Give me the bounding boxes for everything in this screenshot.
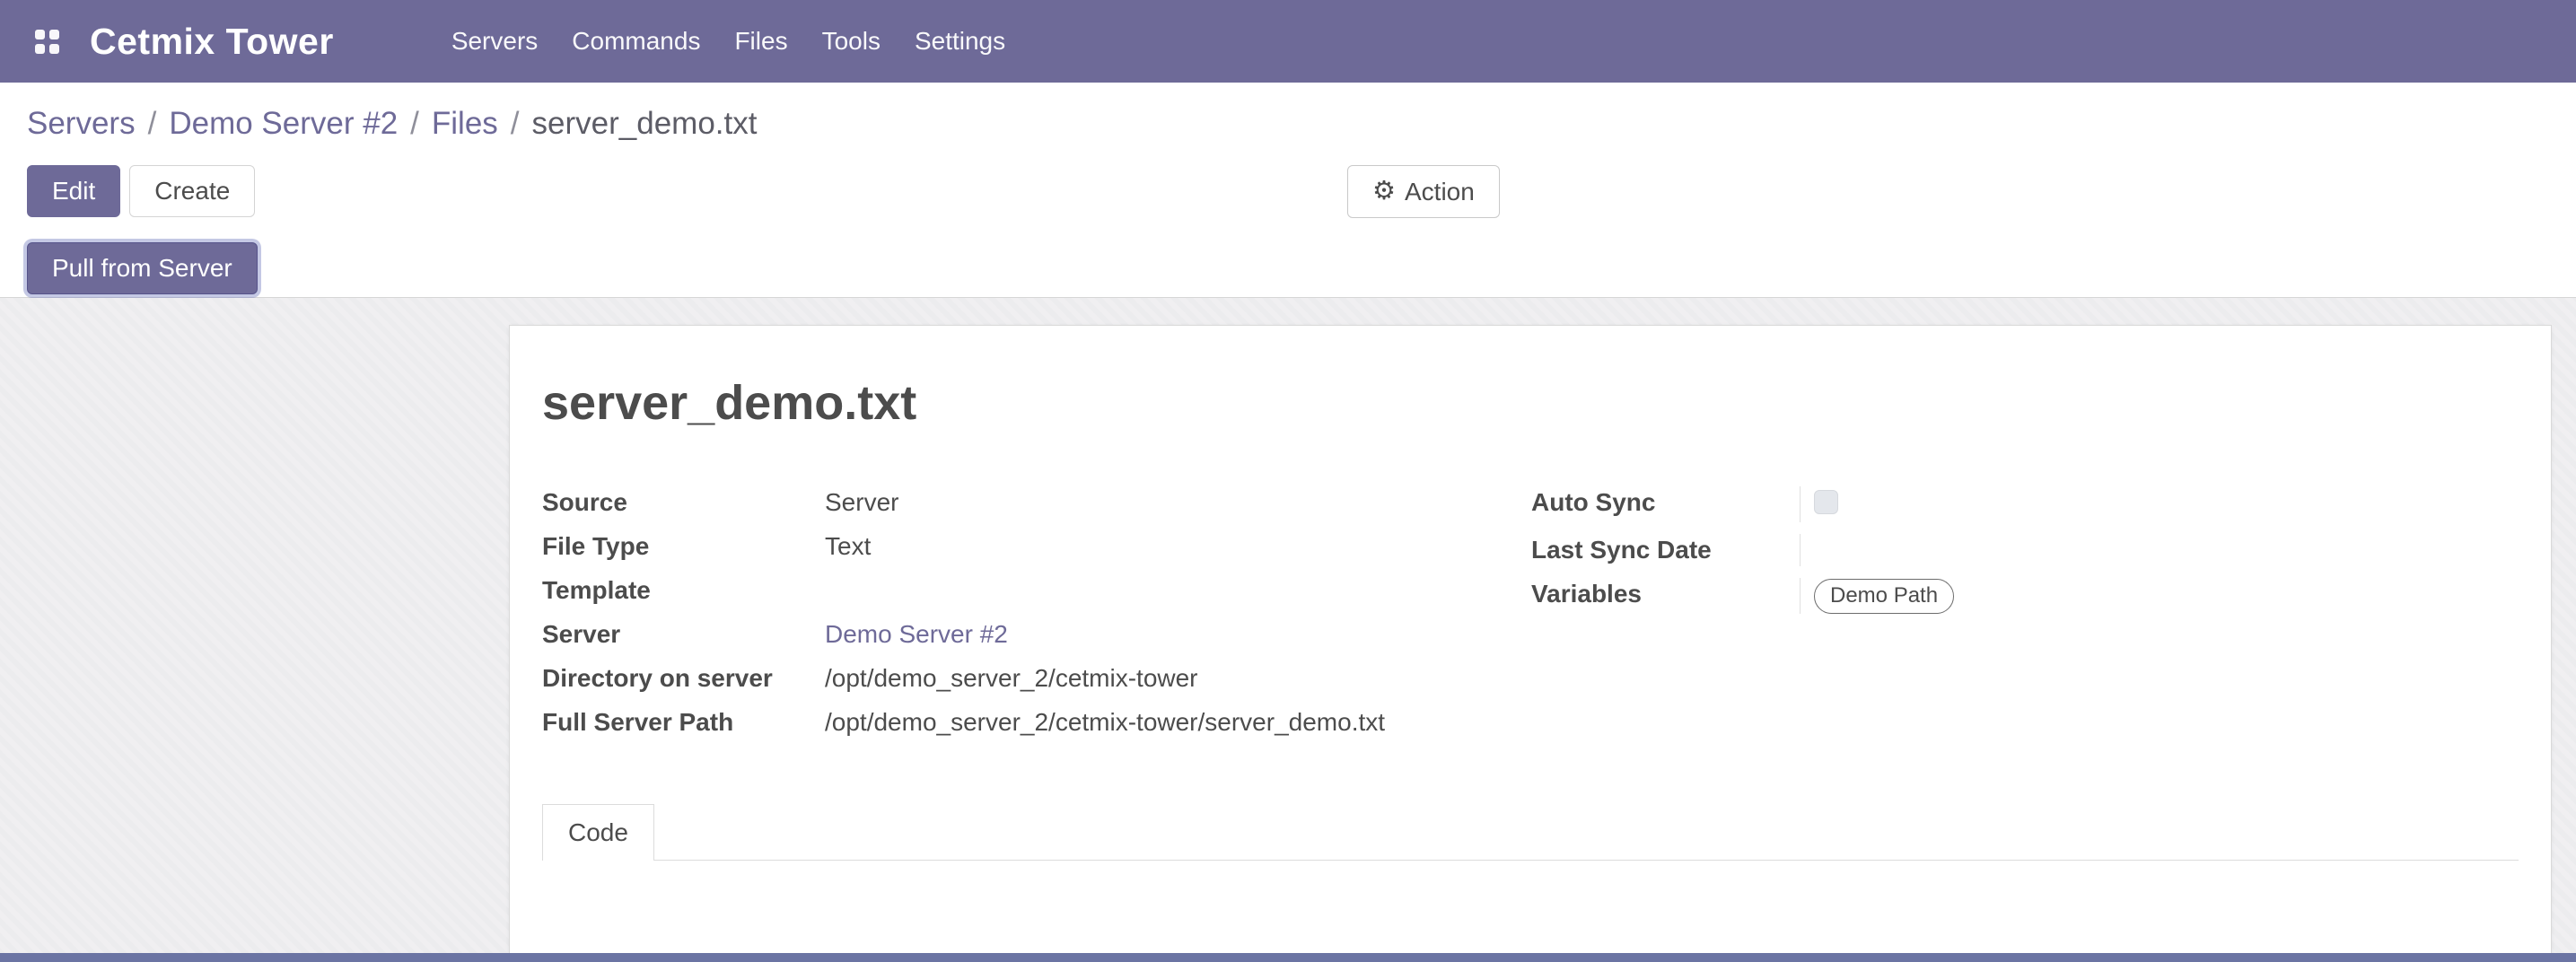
menu-item-settings[interactable]: Settings [898,0,1022,83]
apps-menu-button[interactable] [27,22,66,61]
gear-icon: ⚙ [1372,179,1396,205]
brand-link[interactable]: Cetmix Tower [90,21,334,63]
field-label-full-path: Full Server Path [542,706,825,739]
field-value-auto-sync [1800,486,2519,522]
breadcrumb-current: server_demo.txt [532,106,758,142]
field-row-file-type: File Type Text [542,530,1531,563]
field-row-last-sync-date: Last Sync Date [1531,534,2519,566]
field-label-template: Template [542,574,825,607]
pull-from-server-button[interactable]: Pull from Server [27,242,258,294]
workflow-buttons: Pull from Server [0,217,2576,297]
field-value-variables: Demo Path [1800,578,2519,614]
notebook-tabs: Code [542,804,2519,861]
variable-tag-demo-path: Demo Path [1814,579,1954,614]
field-row-directory: Directory on server /opt/demo_server_2/c… [542,662,1531,695]
menu-item-commands[interactable]: Commands [555,0,717,83]
breadcrumb: Servers / Demo Server #2 / Files / serve… [0,83,2576,165]
field-row-template: Template [542,574,1531,607]
tab-code[interactable]: Code [542,804,654,861]
content-area: server_demo.txt Source Server File Type … [0,298,2576,962]
field-value-last-sync-date [1800,534,2519,566]
field-groups: Source Server File Type Text Template Se… [542,486,2519,750]
edit-button[interactable]: Edit [27,165,120,217]
server-link[interactable]: Demo Server #2 [825,618,1008,651]
bottom-strip [0,953,2576,962]
form-sheet: server_demo.txt Source Server File Type … [509,325,2552,962]
field-label-server: Server [542,618,825,651]
top-navbar: Cetmix Tower Servers Commands Files Tool… [0,0,2576,83]
menu-item-tools[interactable]: Tools [805,0,898,83]
breadcrumb-separator: / [148,106,157,142]
left-field-group: Source Server File Type Text Template Se… [542,486,1531,750]
field-label-auto-sync: Auto Sync [1531,486,1800,522]
breadcrumb-link-servers[interactable]: Servers [27,106,136,142]
breadcrumb-link-files[interactable]: Files [432,106,498,142]
field-row-server: Server Demo Server #2 [542,618,1531,651]
record-title: server_demo.txt [542,375,2519,431]
breadcrumb-link-demo-server[interactable]: Demo Server #2 [169,106,398,142]
menu-item-servers[interactable]: Servers [434,0,555,83]
apps-grid-icon [35,30,59,54]
create-button[interactable]: Create [129,165,255,217]
right-field-group: Auto Sync Last Sync Date Variables Demo … [1531,486,2519,750]
field-label-variables: Variables [1531,578,1800,614]
field-label-file-type: File Type [542,530,825,563]
breadcrumb-separator: / [410,106,419,142]
field-row-variables: Variables Demo Path [1531,578,2519,614]
field-value-directory: /opt/demo_server_2/cetmix-tower [825,662,1198,695]
main-menu: Servers Commands Files Tools Settings [434,0,1022,83]
breadcrumb-separator: / [511,106,520,142]
field-value-file-type: Text [825,530,871,563]
field-label-last-sync-date: Last Sync Date [1531,534,1800,566]
field-label-source: Source [542,486,825,519]
control-panel-buttons: Edit Create ⚙ Action [0,165,2576,217]
action-dropdown-button[interactable]: ⚙ Action [1347,165,1500,218]
field-row-source: Source Server [542,486,1531,519]
tab-code-content [542,861,2519,962]
auto-sync-checkbox[interactable] [1814,490,1838,514]
control-panel: Servers / Demo Server #2 / Files / serve… [0,83,2576,298]
field-value-source: Server [825,486,898,519]
field-row-full-path: Full Server Path /opt/demo_server_2/cetm… [542,706,1531,739]
field-row-auto-sync: Auto Sync [1531,486,2519,522]
action-button-label: Action [1405,179,1475,205]
field-value-full-path: /opt/demo_server_2/cetmix-tower/server_d… [825,706,1385,739]
field-label-directory: Directory on server [542,662,825,695]
menu-item-files[interactable]: Files [717,0,804,83]
